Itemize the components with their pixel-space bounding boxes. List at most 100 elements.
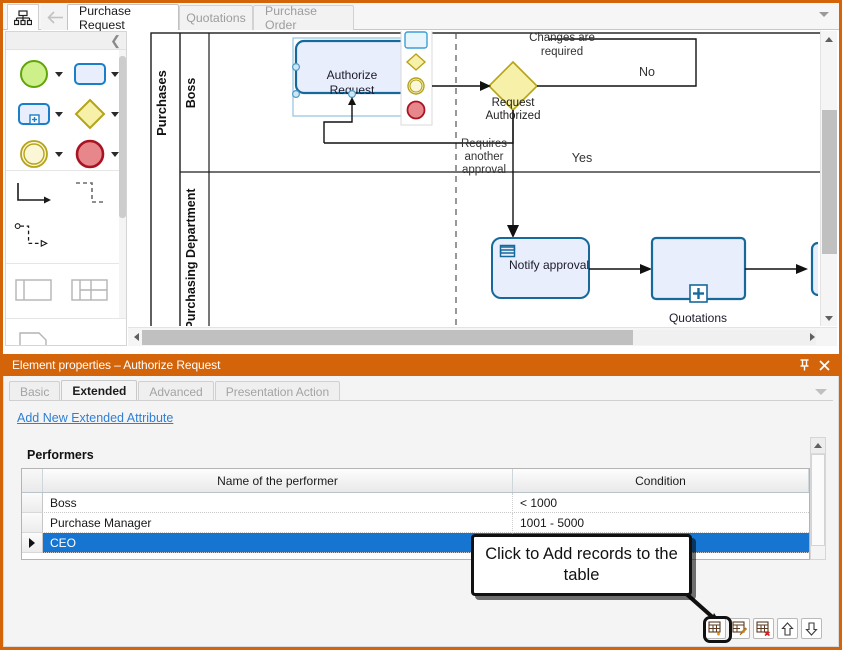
chevron-down-icon[interactable]: [815, 389, 827, 395]
subprocess-icon: [14, 96, 54, 132]
palette-item-pool[interactable]: [14, 270, 72, 310]
svg-text:Notify approval: Notify approval: [509, 258, 589, 272]
task-rounded-rect-icon: [70, 56, 110, 92]
canvas-vscroll-thumb[interactable]: [822, 110, 837, 254]
palette-item-subprocess[interactable]: [14, 94, 72, 134]
cell-condition[interactable]: 1001 - 5000: [513, 513, 809, 533]
palette-item-data-object[interactable]: [14, 321, 72, 345]
palette-item-sequence-flow[interactable]: [14, 175, 72, 215]
add-record-button[interactable]: [705, 618, 726, 639]
table-row[interactable]: Boss < 1000: [22, 493, 809, 513]
tab-presentation-action[interactable]: Presentation Action: [214, 381, 341, 401]
performers-section-label: Performers: [27, 448, 94, 462]
svg-text:Requires: Requires: [461, 138, 507, 150]
delete-record-button[interactable]: [753, 618, 774, 639]
tab-purchase-request[interactable]: Purchase Request: [67, 3, 179, 32]
svg-text:No: No: [639, 65, 655, 79]
svg-text:Authorize: Authorize: [327, 68, 378, 82]
grid-header-name[interactable]: Name of the performer: [43, 469, 513, 492]
cell-performer-name[interactable]: Boss: [43, 493, 513, 513]
document-tab-bar: Purchase Request Quotations Purchase Ord…: [3, 3, 839, 32]
record-toolbar: [705, 618, 822, 639]
canvas-horizontal-scrollbar[interactable]: [128, 327, 837, 346]
cell-condition[interactable]: < 1000: [513, 493, 809, 513]
add-new-extended-attribute-link[interactable]: Add New Extended Attribute: [17, 411, 173, 425]
row-indicator[interactable]: [22, 513, 43, 533]
grid-vertical-scrollbar[interactable]: [810, 437, 826, 560]
tab-label: Basic: [20, 384, 50, 399]
cell-performer-name[interactable]: Purchase Manager: [43, 513, 513, 533]
tab-quotations[interactable]: Quotations: [179, 5, 253, 30]
tab-purchase-order[interactable]: Purchase Order: [253, 4, 354, 32]
chevron-down-icon[interactable]: [55, 111, 63, 117]
properties-title-bar: Element properties – Authorize Request: [3, 354, 839, 376]
application-window: Purchase Request Quotations Purchase Ord…: [0, 0, 842, 650]
gateway-diamond-icon: [70, 96, 110, 132]
table-row[interactable]: Purchase Manager 1001 - 5000: [22, 513, 809, 533]
tab-advanced[interactable]: Advanced: [138, 381, 214, 401]
palette-scrollbar-thumb[interactable]: [119, 56, 126, 218]
tab-label: Quotations: [186, 11, 246, 25]
chevron-down-icon[interactable]: [55, 151, 63, 157]
triangle-up-icon[interactable]: [821, 31, 837, 47]
tab-label: Presentation Action: [225, 384, 330, 399]
chevron-left-icon[interactable]: ❮: [110, 33, 121, 49]
properties-tab-strip: Basic Extended Advanced Presentation Act…: [9, 380, 341, 401]
chevron-down-icon[interactable]: [111, 151, 119, 157]
chevron-down-icon[interactable]: [111, 111, 119, 117]
svg-text:Request: Request: [492, 97, 536, 109]
palette-group-containers: [6, 264, 126, 319]
tab-extended[interactable]: Extended: [61, 380, 138, 401]
palette-item-intermediate-event[interactable]: [14, 134, 72, 174]
lane-grid-icon: [70, 272, 110, 308]
callout-text: Click to Add records to the table: [485, 545, 678, 584]
diagram-canvas[interactable]: Purchases Boss Purchasing Department Aut…: [128, 31, 822, 326]
svg-text:Purchases: Purchases: [154, 70, 169, 136]
palette-scrollbar[interactable]: [119, 50, 126, 318]
triangle-down-icon[interactable]: [821, 310, 837, 326]
palette-header: ❮: [6, 32, 126, 50]
move-down-button[interactable]: [801, 618, 822, 639]
tab-basic[interactable]: Basic: [9, 381, 61, 401]
start-event-circle-icon: [14, 56, 54, 92]
chevron-down-icon[interactable]: [111, 71, 119, 77]
grid-header-row: Name of the performer Condition: [22, 469, 809, 493]
chevron-down-icon[interactable]: [55, 71, 63, 77]
svg-text:Changes are: Changes are: [529, 32, 595, 44]
intermediate-event-icon: [14, 136, 54, 172]
pool-icon: [14, 272, 54, 308]
triangle-left-icon[interactable]: [129, 329, 143, 345]
palette-item-start-event[interactable]: [14, 54, 72, 94]
edit-record-button[interactable]: [729, 618, 750, 639]
message-flow-icon: [70, 177, 110, 213]
triangle-up-icon[interactable]: [811, 438, 825, 454]
pin-icon[interactable]: [795, 356, 813, 374]
close-icon[interactable]: [815, 356, 833, 374]
org-chart-icon[interactable]: [7, 4, 39, 30]
cell-performer-name[interactable]: CEO: [43, 533, 513, 553]
svg-text:Quotations: Quotations: [669, 311, 727, 325]
row-indicator[interactable]: [22, 533, 43, 553]
palette-group-events-activities: [6, 50, 126, 171]
svg-text:approval: approval: [462, 164, 506, 176]
grid-header-condition[interactable]: Condition: [513, 469, 809, 492]
canvas-vertical-scrollbar[interactable]: [820, 31, 837, 326]
chevron-down-icon[interactable]: [819, 12, 829, 17]
callout-tooltip: Click to Add records to the table: [471, 534, 692, 596]
grid-header-indicator: [22, 469, 43, 492]
end-event-icon: [70, 136, 110, 172]
current-row-caret-icon: [29, 537, 35, 548]
triangle-right-icon[interactable]: [805, 329, 819, 345]
row-indicator[interactable]: [22, 493, 43, 513]
tab-label: Purchase Request: [79, 3, 131, 32]
grid-vscroll-thumb[interactable]: [811, 454, 825, 546]
tab-label: Advanced: [149, 384, 203, 399]
back-arrow-icon[interactable]: [41, 4, 69, 30]
palette-group-artifacts: [6, 319, 126, 345]
canvas-hscroll-thumb[interactable]: [142, 330, 633, 345]
palette-item-association[interactable]: [14, 217, 72, 257]
palette-group-connectors: [6, 171, 126, 264]
move-up-button[interactable]: [777, 618, 798, 639]
svg-text:Yes: Yes: [572, 151, 592, 165]
tab-label: Extended: [72, 384, 127, 398]
